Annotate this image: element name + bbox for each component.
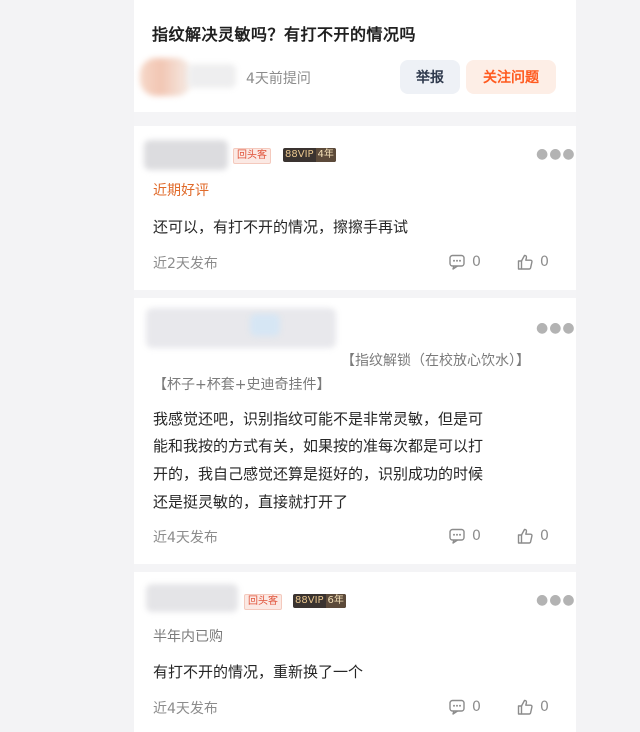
answer-avatar — [144, 140, 228, 170]
section-divider — [134, 564, 576, 572]
like-count: 0 — [540, 528, 549, 544]
more-options-icon[interactable]: ●●● — [536, 592, 576, 608]
comment-count: 0 — [472, 254, 481, 270]
recent-review-tag: 近期好评 — [153, 183, 209, 199]
asked-time: 4天前提问 — [246, 71, 311, 87]
thumbs-up-icon — [517, 699, 533, 715]
comment-button[interactable]: 0 — [448, 527, 481, 545]
like-count: 0 — [540, 699, 549, 715]
comment-button[interactable]: 0 — [448, 253, 481, 271]
returning-customer-badge: 回头客 — [244, 594, 282, 610]
like-button[interactable]: 0 — [516, 698, 549, 716]
answer-text-line: 开的，我自己感觉还算是挺好的，识别成功的时候 — [153, 465, 484, 483]
answer-text-line: 还是挺灵敏的，直接就打开了 — [153, 493, 349, 511]
report-button[interactable]: 举报 — [400, 60, 460, 94]
like-button[interactable]: 0 — [516, 527, 549, 545]
comment-count: 0 — [472, 528, 481, 544]
thumbs-up-icon — [517, 528, 533, 544]
comment-icon — [449, 699, 465, 715]
comment-button[interactable]: 0 — [448, 698, 481, 716]
vip-badge: 88VIP 4年 — [283, 148, 336, 162]
purchase-period-tag: 半年内已购 — [153, 629, 223, 645]
post-time: 近4天发布 — [153, 530, 218, 546]
answer-text-line: 有打不开的情况，重新换了一个 — [153, 663, 364, 681]
vip-badge: 88VIP 6年 — [293, 594, 346, 608]
question-title: 指纹解决灵敏吗？有打不开的情况吗 — [152, 25, 417, 44]
vip-label: 88VIP — [295, 595, 324, 606]
asker-avatar — [140, 58, 192, 96]
vip-years: 4年 — [315, 148, 336, 162]
answer-avatar — [146, 584, 238, 612]
section-divider — [134, 290, 576, 298]
comment-icon — [449, 254, 465, 270]
product-spec: 【指纹解锁（在校放心饮水）】 — [341, 353, 530, 369]
answer-avatar — [146, 308, 336, 348]
returning-customer-badge: 回头客 — [233, 148, 271, 164]
product-spec: 【杯子+杯套+史迪奇挂件】 — [153, 377, 331, 393]
like-count: 0 — [540, 254, 549, 270]
asker-name — [188, 64, 236, 88]
comment-icon — [449, 528, 465, 544]
section-divider — [134, 112, 576, 126]
follow-question-button[interactable]: 关注问题 — [466, 60, 556, 94]
vip-years: 6年 — [325, 594, 346, 608]
post-time: 近2天发布 — [153, 256, 218, 272]
answer-text-line: 还可以，有打不开的情况，擦擦手再试 — [153, 218, 409, 236]
comment-count: 0 — [472, 699, 481, 715]
post-time: 近4天发布 — [153, 701, 218, 717]
more-options-icon[interactable]: ●●● — [536, 320, 576, 336]
answer-user-icon — [250, 314, 280, 336]
vip-label: 88VIP — [285, 149, 314, 160]
like-button[interactable]: 0 — [516, 253, 549, 271]
answer-text-line: 能和我按的方式有关，如果按的准每次都是可以打 — [153, 437, 484, 455]
answer-text-line: 我感觉还吧，识别指纹可能不是非常灵敏，但是可 — [153, 410, 484, 428]
more-options-icon[interactable]: ●●● — [536, 146, 576, 162]
thumbs-up-icon — [517, 254, 533, 270]
